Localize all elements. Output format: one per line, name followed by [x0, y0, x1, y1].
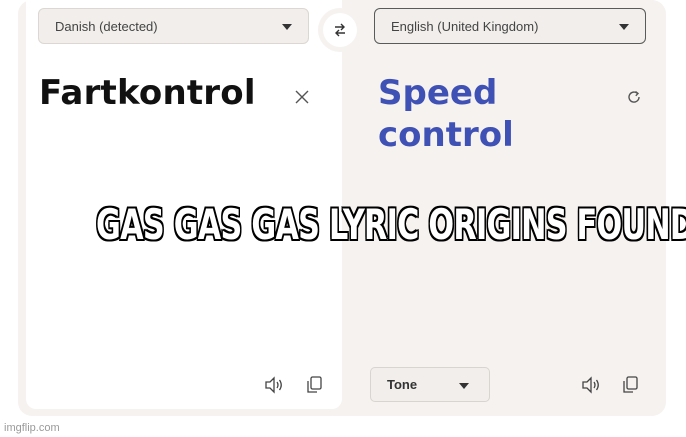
refresh-icon	[628, 90, 640, 103]
listen-translation-button[interactable]	[579, 373, 603, 397]
tone-label: Tone	[387, 377, 418, 392]
chevron-down-icon	[619, 24, 629, 30]
copy-icon	[623, 376, 638, 393]
copy-translation-button[interactable]	[618, 373, 642, 397]
speaker-icon	[265, 376, 282, 394]
speaker-icon	[582, 376, 599, 394]
tone-select[interactable]: Tone	[370, 367, 490, 402]
close-icon	[295, 90, 309, 104]
chevron-down-icon	[459, 383, 469, 389]
clear-text-button[interactable]	[290, 85, 314, 109]
chevron-down-icon	[282, 24, 292, 30]
translated-text: Speed control	[378, 72, 598, 156]
swap-arrows-icon	[335, 23, 345, 37]
copy-source-button[interactable]	[302, 373, 326, 397]
target-language-label: English (United Kingdom)	[391, 18, 539, 34]
watermark: imgflip.com	[4, 422, 60, 434]
refresh-button[interactable]	[622, 85, 646, 109]
translated-text-line: control	[378, 115, 514, 155]
translated-text-line: Speed	[378, 73, 498, 113]
listen-source-button[interactable]	[262, 373, 286, 397]
source-language-label: Danish (detected)	[55, 18, 158, 34]
swap-languages-button[interactable]	[323, 13, 357, 47]
source-text[interactable]: Fartkontrol	[39, 72, 256, 114]
target-language-select[interactable]: English (United Kingdom)	[374, 8, 646, 44]
copy-icon	[307, 376, 322, 393]
meme-caption: GAS GAS GAS LYRIC ORIGINS FOUND	[96, 200, 686, 249]
source-language-select[interactable]: Danish (detected)	[38, 8, 309, 44]
